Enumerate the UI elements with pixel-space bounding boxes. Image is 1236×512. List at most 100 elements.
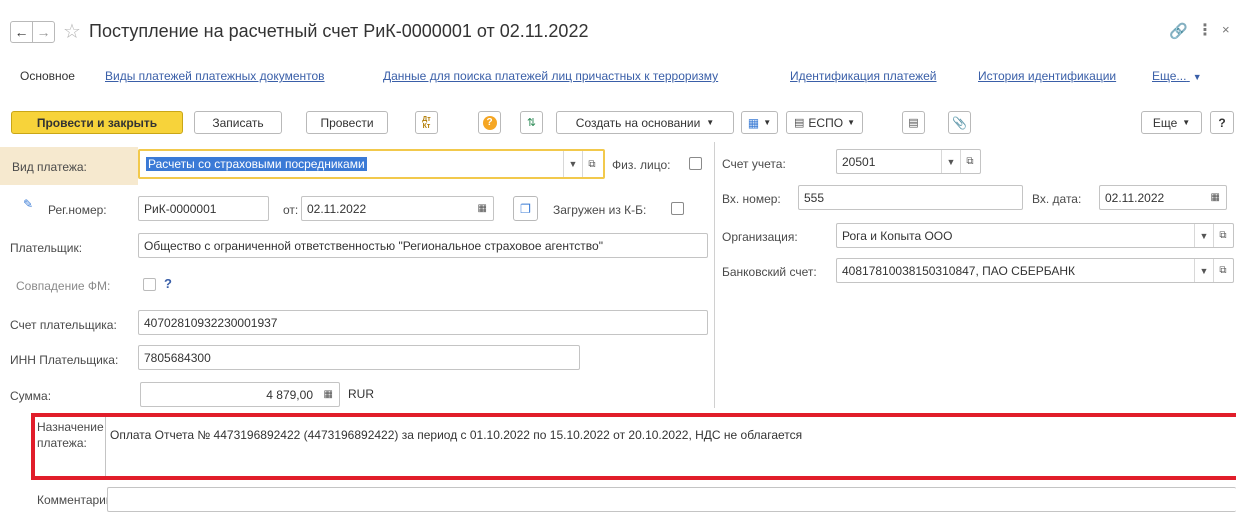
open-icon: ⧉	[966, 156, 974, 167]
bank-account-label: Банковский счет:	[722, 265, 817, 279]
payer-field[interactable]: Общество с ограниченной ответственностью…	[138, 233, 708, 258]
nav-item-main[interactable]: Основное	[20, 69, 75, 83]
print-button[interactable]: ▦ ▼	[741, 111, 778, 134]
individual-label: Физ. лицо:	[612, 158, 671, 172]
comment-label: Комментарий:	[37, 493, 116, 507]
structure-icon: ⇅	[526, 117, 537, 129]
star-icon[interactable]: ☆	[63, 19, 81, 44]
chevron-down-icon: ▼	[847, 118, 855, 127]
nav-item-payment-identification[interactable]: Идентификация платежей	[790, 69, 937, 83]
from-label: от:	[283, 203, 299, 217]
calculator-icon[interactable]: ▦	[324, 389, 333, 400]
date-field[interactable]: 02.11.2022 ▦	[301, 196, 494, 221]
in-date-field[interactable]: 02.11.2022 ▦	[1099, 185, 1227, 210]
chevron-down-icon: ▼	[1192, 72, 1202, 82]
sum-field[interactable]: 4 879,00 ▦	[140, 382, 340, 407]
chevron-down-icon: ▼	[1199, 265, 1209, 276]
payer-account-field[interactable]: 40702810932230001937	[138, 310, 708, 335]
in-date-label: Вх. дата:	[1032, 192, 1082, 206]
payment-type-field[interactable]: Расчеты со страховыми посредниками ▼ ⧉	[138, 149, 605, 179]
purpose-label-line1: Назначение	[37, 420, 104, 434]
purpose-label-line2: платежа:	[37, 436, 87, 450]
attach-button[interactable]: 📎	[948, 111, 971, 134]
dropdown-button[interactable]: ▼	[563, 151, 582, 177]
open-icon: ⧉	[588, 158, 596, 170]
column-divider	[714, 142, 715, 408]
in-number-label: Вх. номер:	[722, 192, 781, 206]
save-button[interactable]: Записать	[194, 111, 282, 134]
help-button[interactable]: ?	[478, 111, 501, 134]
purpose-highlight-frame	[31, 413, 1236, 480]
nav-item-more[interactable]: Еще... ▼	[1152, 69, 1202, 83]
more-button[interactable]: Еще ▼	[1141, 111, 1202, 134]
post-and-close-button[interactable]: Провести и закрыть	[11, 111, 183, 134]
xml-icon: ▤	[794, 117, 805, 129]
chevron-down-icon: ▼	[763, 118, 772, 127]
document-icon: ▦	[747, 115, 760, 130]
payer-label: Плательщик:	[10, 241, 83, 255]
inn-field[interactable]: 7805684300	[138, 345, 580, 370]
open-button[interactable]: ⧉	[582, 151, 601, 177]
loaded-checkbox[interactable]	[671, 202, 684, 215]
forward-button[interactable]: →	[32, 21, 55, 43]
nav-item-terrorism-search[interactable]: Данные для поиска платежей лиц причастны…	[383, 69, 718, 83]
reg-number-field[interactable]: РиК-0000001	[138, 196, 269, 221]
nav-item-payment-types[interactable]: Виды платежей платежных документов	[105, 69, 325, 83]
link-icon[interactable]: 🔗	[1169, 22, 1188, 40]
individual-checkbox[interactable]	[689, 157, 702, 170]
help-icon: ?	[482, 115, 497, 130]
dropdown-button[interactable]: ▼	[1194, 224, 1213, 247]
dropdown-button[interactable]: ▼	[1194, 259, 1213, 282]
report-button[interactable]: ▤	[902, 111, 925, 134]
open-button[interactable]: ⧉	[1213, 224, 1232, 247]
create-based-button[interactable]: Создать на основании ▼	[556, 111, 734, 134]
post-button[interactable]: Провести	[306, 111, 388, 134]
close-icon[interactable]: ×	[1222, 22, 1230, 37]
paperclip-icon: 📎	[952, 115, 967, 130]
chevron-down-icon: ▼	[946, 156, 956, 167]
in-number-field[interactable]: 555	[798, 185, 1023, 210]
back-button[interactable]: ←	[10, 21, 33, 43]
chevron-down-icon: ▼	[706, 118, 715, 127]
open-button[interactable]: ⧉	[960, 150, 979, 173]
question-button[interactable]: ?	[1210, 111, 1234, 134]
arrow-left-icon: ←	[14, 24, 29, 40]
fm-help-link[interactable]: ?	[164, 276, 172, 291]
sum-label: Сумма:	[10, 389, 52, 403]
menu-dots-icon[interactable]: ⋮	[1197, 20, 1213, 40]
comment-field[interactable]	[107, 487, 1236, 512]
nav-item-identification-history[interactable]: История идентификации	[978, 69, 1116, 83]
purpose-field[interactable]: Оплата Отчета № 4473196892422 (447319689…	[110, 428, 802, 442]
report-icon: ▤	[908, 117, 919, 129]
reg-number-label: Рег.номер:	[48, 203, 107, 217]
structure-button[interactable]: ⇅	[520, 111, 543, 134]
organization-label: Организация:	[722, 230, 798, 244]
chevron-down-icon: ▼	[1199, 230, 1209, 241]
chevron-down-icon: ▼	[1182, 118, 1191, 127]
organization-field[interactable]: Рога и Копыта ООО ▼ ⧉	[836, 223, 1234, 248]
dtkt-icon: Дт Кт	[422, 115, 431, 130]
purpose-divider	[105, 417, 106, 476]
espo-button[interactable]: ▤ ЕСПО ▼	[786, 111, 863, 134]
dtkt-button[interactable]: Дт Кт	[415, 111, 438, 134]
copy-button[interactable]: ❐	[513, 196, 538, 221]
fm-checkbox	[143, 278, 156, 291]
dropdown-button[interactable]: ▼	[941, 150, 960, 173]
open-button[interactable]: ⧉	[1213, 259, 1232, 282]
window-title: Поступление на расчетный счет РиК-000000…	[89, 21, 589, 41]
open-icon: ⧉	[1219, 230, 1227, 241]
payment-type-label: Вид платежа:	[12, 160, 87, 174]
calendar-icon[interactable]: ▦	[1211, 192, 1220, 203]
account-label: Счет учета:	[722, 157, 786, 171]
posted-icon: ✎	[23, 197, 34, 211]
account-field[interactable]: 20501 ▼ ⧉	[836, 149, 981, 174]
inn-label: ИНН Плательщика:	[10, 353, 119, 367]
bank-account-field[interactable]: 40817810038150310847, ПАО СБЕРБАНК ▼ ⧉	[836, 258, 1234, 283]
arrow-right-icon: →	[36, 24, 51, 40]
calendar-icon[interactable]: ▦	[478, 203, 487, 214]
fm-label: Совпадение ФМ:	[16, 279, 111, 293]
payer-account-label: Счет плательщика:	[10, 318, 117, 332]
loaded-label: Загружен из К-Б:	[553, 203, 647, 217]
copy-icon: ❐	[520, 201, 531, 216]
open-icon: ⧉	[1219, 265, 1227, 276]
